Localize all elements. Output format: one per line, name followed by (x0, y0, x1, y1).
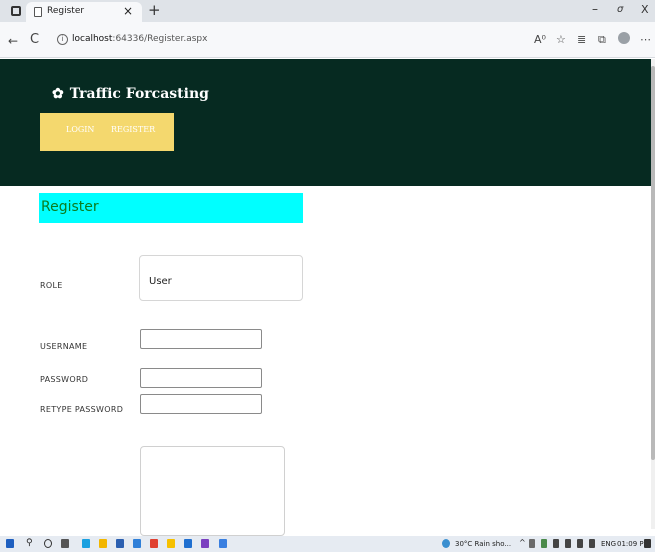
nav-login-link[interactable]: LOGIN (66, 125, 94, 134)
weather-icon[interactable] (442, 539, 450, 548)
tab-close-icon[interactable]: × (123, 4, 133, 18)
tray-chevron-icon[interactable]: ^ (519, 538, 526, 547)
tab-register[interactable]: Register × (26, 2, 142, 22)
notifications-icon[interactable] (644, 539, 651, 548)
visual-studio-icon[interactable] (201, 539, 209, 548)
page-title: Register (41, 199, 99, 215)
password-label: PASSWORD (40, 375, 89, 384)
taskbar-app-icon[interactable] (116, 539, 124, 548)
title-bar: Register × + – σ X (0, 0, 655, 22)
password-input[interactable] (140, 368, 262, 388)
task-view-icon[interactable] (61, 539, 69, 548)
page-title-bar: Register (39, 193, 303, 223)
maximize-button[interactable]: σ (617, 4, 623, 15)
chrome-icon[interactable] (150, 539, 158, 548)
url-host: localhost (72, 34, 113, 44)
file-explorer-icon[interactable] (99, 539, 107, 548)
tray-icon[interactable] (565, 539, 571, 548)
mail-icon[interactable] (133, 539, 141, 548)
collections-icon[interactable]: ⧉ (598, 33, 606, 47)
cortana-icon[interactable] (44, 539, 52, 548)
tab-title: Register (47, 6, 85, 16)
page-icon (34, 7, 42, 17)
reload-icon[interactable]: C (30, 32, 39, 47)
edge-icon[interactable] (82, 539, 90, 548)
browser-window: Register × + – σ X ← C i localhost:64336… (0, 0, 655, 552)
site-header: ✿ Traffic Forcasting LOGIN REGISTER (0, 59, 651, 186)
new-tab-button[interactable]: + (148, 1, 161, 19)
url-field[interactable]: localhost:64336/Register.aspx (72, 34, 207, 44)
tray-icon[interactable] (529, 539, 535, 548)
username-input[interactable] (140, 329, 262, 349)
tray-icon[interactable] (541, 539, 547, 548)
retype-password-label: RETYPE PASSWORD (40, 405, 124, 414)
minimize-button[interactable]: – (592, 2, 598, 16)
address-bar: ← C i localhost:64336/Register.aspx A⁰ ☆… (0, 22, 655, 58)
scrollbar-thumb[interactable] (651, 66, 655, 460)
role-value: User (149, 276, 172, 287)
tray-icon[interactable] (553, 539, 559, 548)
url-path: :64336/Register.aspx (112, 34, 208, 44)
back-arrow-icon[interactable]: ← (8, 34, 18, 48)
volume-icon[interactable] (589, 539, 595, 548)
network-icon[interactable] (577, 539, 583, 548)
language-indicator[interactable]: ENG (601, 540, 616, 548)
taskbar-app-icon[interactable] (184, 539, 192, 548)
read-aloud-icon[interactable]: A⁰ (534, 33, 546, 46)
close-window-button[interactable]: X (641, 3, 649, 16)
brand-title: Traffic Forcasting (69, 86, 209, 102)
role-label: ROLE (40, 281, 63, 290)
retype-password-input[interactable] (140, 394, 262, 414)
start-icon[interactable] (6, 539, 14, 548)
nav-menu: LOGIN REGISTER (40, 113, 174, 151)
site-brand: ✿ Traffic Forcasting (52, 86, 209, 102)
search-icon[interactable]: ⚲ (26, 538, 33, 548)
more-menu-icon[interactable]: ⋯ (640, 33, 651, 46)
role-select[interactable]: User (139, 255, 303, 301)
favorite-icon[interactable]: ☆ (556, 33, 566, 46)
address-textarea[interactable] (140, 446, 285, 536)
nav-register-link[interactable]: REGISTER (111, 125, 155, 134)
taskbar: ⚲ 30°C Rain sho... ^ ENG 01:09 PM (0, 536, 655, 552)
taskbar-app-icon[interactable] (219, 539, 227, 548)
window-menu-icon[interactable] (11, 6, 21, 16)
username-label: USERNAME (40, 342, 88, 351)
gear-icon: ✿ (52, 86, 64, 102)
site-info-icon[interactable]: i (57, 34, 68, 45)
favorites-list-icon[interactable]: ≣ (577, 33, 586, 46)
weather-text[interactable]: 30°C Rain sho... (455, 540, 511, 548)
taskbar-app-icon[interactable] (167, 539, 175, 548)
profile-avatar[interactable] (618, 32, 630, 44)
